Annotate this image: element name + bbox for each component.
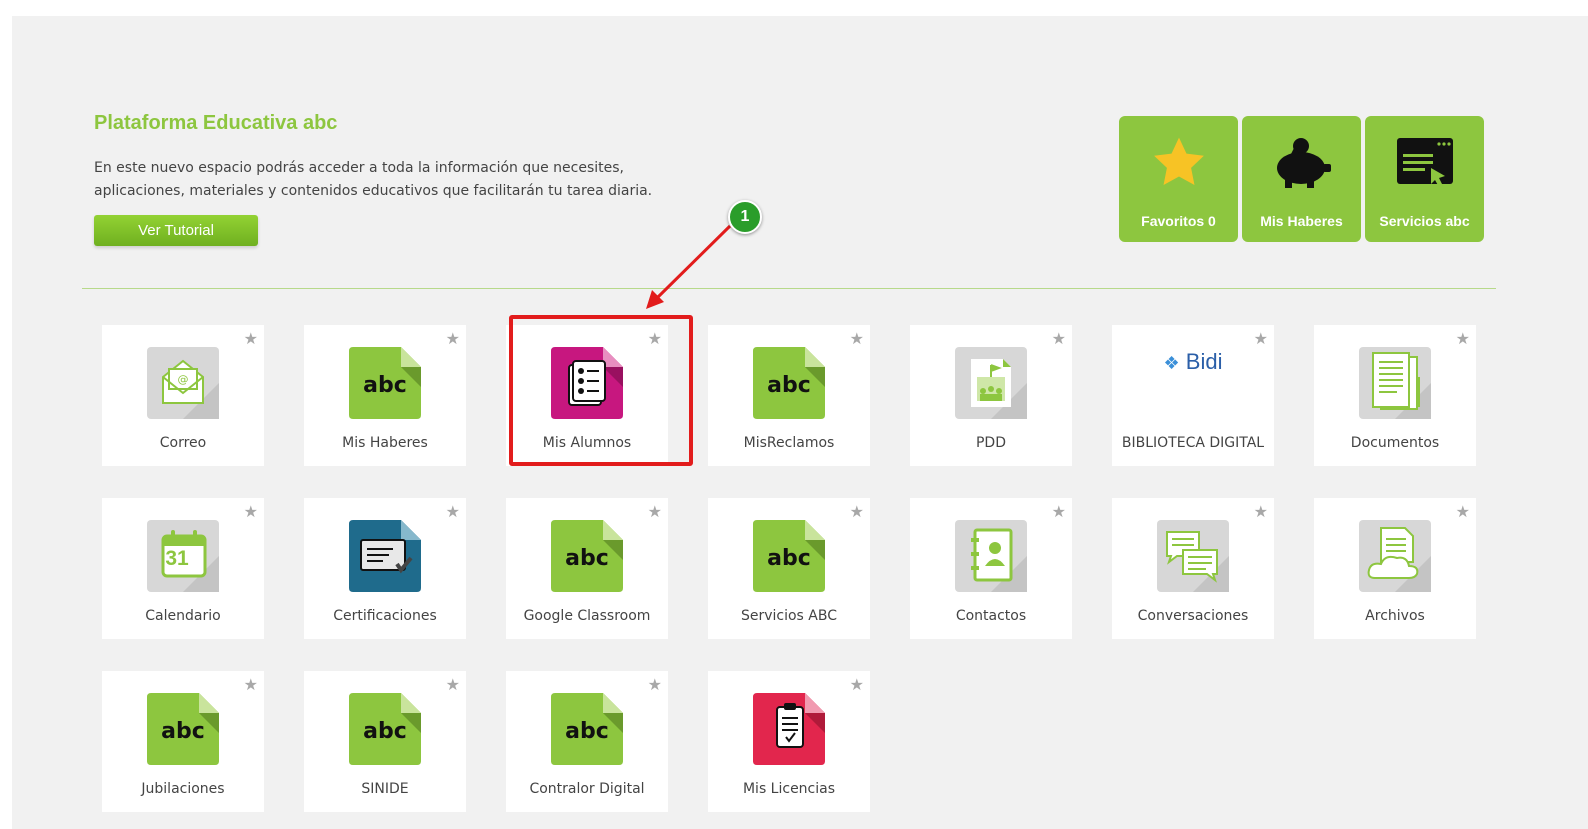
callout-arrow-icon (646, 224, 732, 309)
step-badge: 1 (728, 200, 762, 234)
